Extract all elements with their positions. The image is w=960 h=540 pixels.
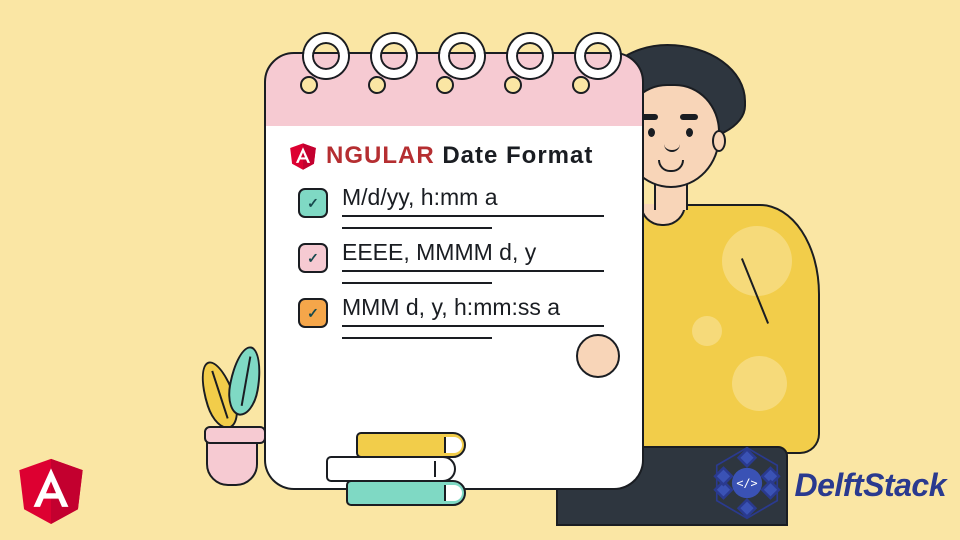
title-row: NGULAR Date Format: [266, 126, 642, 180]
notepad: NGULAR Date Format ✓ M/d/yy, h:mm a ✓ EE…: [264, 34, 644, 490]
title-suffix: Date Format: [435, 142, 594, 169]
checkbox: ✓: [298, 243, 328, 273]
checkbox: ✓: [298, 298, 328, 328]
page-title: NGULAR Date Format: [326, 142, 593, 170]
left-hand: [576, 334, 620, 378]
delftstack-text: DelftStack: [795, 467, 947, 504]
format-text: EEEE, MMMM d, y: [342, 239, 612, 266]
svg-text:</>: </>: [736, 476, 757, 490]
format-text: MMM d, y, h:mm:ss a: [342, 294, 612, 321]
checkmark-icon: ✓: [307, 305, 319, 322]
checkbox: ✓: [298, 188, 328, 218]
checkmark-icon: ✓: [307, 250, 319, 267]
checkmark-icon: ✓: [307, 195, 319, 212]
angular-shield-icon: [14, 450, 88, 530]
list-item: ✓ EEEE, MMMM d, y: [266, 235, 642, 284]
books-illustration: [316, 432, 486, 510]
title-angular: NGULAR: [326, 142, 435, 169]
format-text: M/d/yy, h:mm a: [342, 184, 612, 211]
list-item: ✓ MMM d, y, h:mm:ss a: [266, 290, 642, 339]
delftstack-brand: </> DelftStack: [705, 441, 947, 530]
list-item: ✓ M/d/yy, h:mm a: [266, 180, 642, 229]
angular-shield-icon: [288, 140, 318, 172]
delftstack-logo-icon: </>: [705, 441, 789, 530]
